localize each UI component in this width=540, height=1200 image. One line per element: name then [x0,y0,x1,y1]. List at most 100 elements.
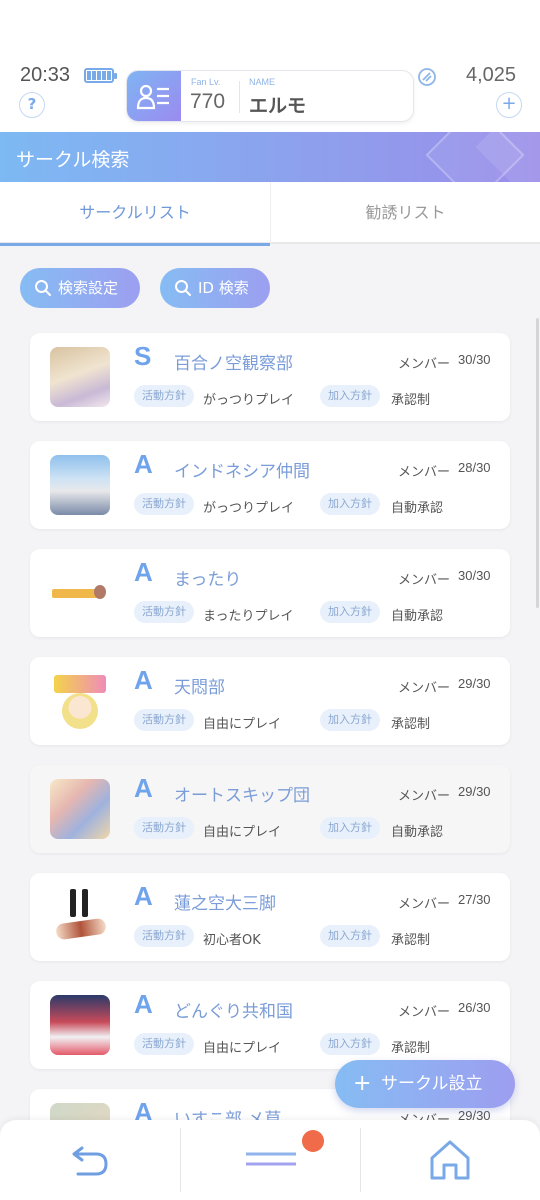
circle-thumbnail [50,779,110,839]
back-arrow-icon [72,1146,108,1176]
bottom-nav [0,1120,540,1200]
policy-value: がっつりプレイ [203,501,295,516]
members-label: メンバー [398,789,451,804]
members-label: メンバー [398,681,451,696]
circle-name: オートスキップ団 [174,786,310,806]
search-settings-label: 検索設定 [58,279,119,297]
members-label: メンバー [398,897,451,912]
search-icon [35,280,51,296]
members-label: メンバー [398,465,451,480]
policy-tag: 活動方針 [134,709,194,731]
join-value: 自動承認 [391,825,444,840]
policy-value: 自由にプレイ [203,717,282,732]
join-value: 承認制 [391,1041,431,1056]
scrollbar[interactable] [536,318,539,608]
profile-card[interactable]: Fan Lv. 770 NAME エルモ [126,70,414,122]
join-tag: 加入方針 [320,385,380,407]
menu-icon [246,1152,296,1166]
join-tag: 加入方針 [320,817,380,839]
currency-amount: 4,025 [466,64,517,86]
circle-rank: A [134,449,153,479]
player-name: エルモ [249,95,307,117]
circle-thumbnail [50,671,110,731]
circle-card[interactable]: A オートスキップ団 メンバー 29/30 活動方針 自由にプレイ 加入方針 自… [30,765,510,853]
circle-thumbnail [50,995,110,1055]
clock: 20:33 [20,64,71,86]
policy-tag: 活動方針 [134,385,194,407]
members-count: 28/30 [458,460,491,475]
circle-rank: A [134,989,153,1019]
policy-tag: 活動方針 [134,601,194,623]
id-search-label: ID 検索 [198,279,249,297]
plus-icon: + [353,1071,372,1096]
circle-card[interactable]: A どんぐり共和国 メンバー 26/30 活動方針 自由にプレイ 加入方針 承認… [30,981,510,1069]
circle-rank: A [134,557,153,587]
members-count: 27/30 [458,892,491,907]
page-title: サークル検索 [16,149,130,171]
help-button[interactable]: ? [19,92,45,118]
menu-button[interactable] [180,1120,360,1200]
members-label: メンバー [398,1005,451,1020]
circle-thumbnail [50,347,110,407]
policy-value: 自由にプレイ [203,825,282,840]
circle-thumbnail [50,563,110,623]
tab-bar: サークルリスト 勧誘リスト [0,182,540,246]
home-button[interactable] [360,1120,540,1200]
policy-value: 自由にプレイ [203,1041,282,1056]
home-icon [430,1140,470,1180]
join-tag: 加入方針 [320,709,380,731]
join-tag: 加入方針 [320,493,380,515]
circle-name: まったり [174,570,242,590]
search-icon [175,280,191,296]
circle-name: 百合ノ空観察部 [174,354,293,374]
policy-value: がっつりプレイ [203,393,295,408]
search-settings-button[interactable]: 検索設定 [20,268,140,308]
join-value: 承認制 [391,393,431,408]
id-search-button[interactable]: ID 検索 [160,268,270,308]
circle-rank: A [134,881,153,911]
policy-tag: 活動方針 [134,925,194,947]
tab-circle-list[interactable]: サークルリスト [0,182,270,246]
circle-card[interactable]: A 天悶部 メンバー 29/30 活動方針 自由にプレイ 加入方針 承認制 [30,657,510,745]
join-value: 自動承認 [391,609,444,624]
notification-badge [302,1130,324,1152]
join-value: 自動承認 [391,501,444,516]
members-label: メンバー [398,573,451,588]
circle-thumbnail [50,887,110,947]
join-tag: 加入方針 [320,925,380,947]
battery-icon [84,68,117,83]
members-count: 29/30 [458,784,491,799]
profile-card-icon [127,71,181,121]
policy-tag: 活動方針 [134,1033,194,1055]
create-circle-button[interactable]: + サークル設立 [335,1060,515,1108]
fan-level-label: Fan Lv. [191,77,221,87]
members-count: 30/30 [458,568,491,583]
policy-value: 初心者OK [203,933,261,948]
circle-thumbnail [50,455,110,515]
join-tag: 加入方針 [320,1033,380,1055]
add-currency-button[interactable]: + [496,92,522,118]
name-label: NAME [249,77,276,87]
join-value: 承認制 [391,717,431,732]
circle-card[interactable]: A 蓮之空大三脚 メンバー 27/30 活動方針 初心者OK 加入方針 承認制 [30,873,510,961]
members-label: メンバー [398,357,451,372]
tab-invite-list[interactable]: 勧誘リスト [270,182,540,244]
back-button[interactable] [0,1120,180,1200]
circle-card[interactable]: A まったり メンバー 30/30 活動方針 まったりプレイ 加入方針 自動承認 [30,549,510,637]
circle-rank: S [134,341,152,371]
divider [239,81,240,113]
members-count: 26/30 [458,1000,491,1015]
circle-name: どんぐり共和国 [174,1002,293,1022]
coin-icon [418,68,436,86]
circle-name: 蓮之空大三脚 [174,894,276,914]
circle-rank: A [134,665,153,695]
join-tag: 加入方針 [320,601,380,623]
circle-rank: A [134,773,153,803]
create-circle-label: サークル設立 [381,1074,483,1094]
policy-tag: 活動方針 [134,817,194,839]
circle-card[interactable]: S 百合ノ空観察部 メンバー 30/30 活動方針 がっつりプレイ 加入方針 承… [30,333,510,421]
fan-level-value: 770 [190,90,226,113]
title-bar: サークル検索 [0,132,540,182]
circle-card[interactable]: A インドネシア仲間 メンバー 28/30 活動方針 がっつりプレイ 加入方針 … [30,441,510,529]
circle-name: インドネシア仲間 [174,462,310,482]
